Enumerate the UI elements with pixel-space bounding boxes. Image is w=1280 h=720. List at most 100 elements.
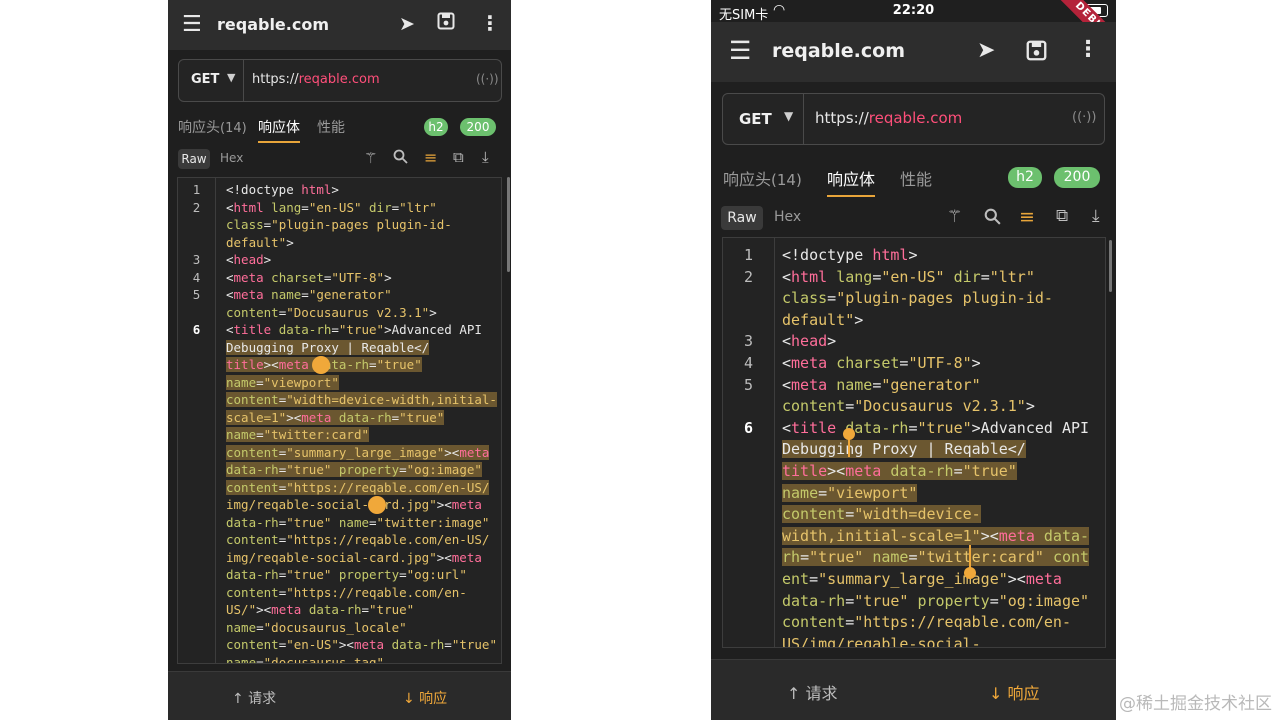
- code-token: meta: [278, 357, 317, 372]
- raw-button[interactable]: Raw: [178, 149, 210, 169]
- wrap-text-icon[interactable]: ≡: [424, 148, 437, 167]
- raw-button[interactable]: Raw: [721, 206, 763, 230]
- code-token: head: [791, 332, 828, 351]
- code-line: ent="summary_large_image"><meta: [782, 570, 1062, 588]
- body-view-toolbar: Raw Hex ⚚ ≡ ⧉ ⤓: [721, 205, 1106, 231]
- hex-button[interactable]: Hex: [220, 151, 243, 165]
- code-token: <: [226, 287, 234, 302]
- signal-icon[interactable]: ((·)): [476, 72, 499, 86]
- selection-end-handle[interactable]: [368, 496, 386, 514]
- code-line: Debugging Proxy | Reqable</: [226, 339, 430, 355]
- download-icon[interactable]: ⤓: [482, 148, 489, 166]
- app-bar: ☰ reqable.com ➤ ⋮: [711, 22, 1116, 82]
- selection-start-handle[interactable]: [312, 356, 330, 374]
- save-icon[interactable]: [1026, 40, 1047, 65]
- nav-request[interactable]: ↑ 请求: [787, 680, 838, 704]
- copy-icon[interactable]: ⧉: [453, 148, 464, 166]
- code-token: property: [338, 567, 400, 582]
- code-token: =: [818, 483, 828, 502]
- code-line: content="summary_large_image"><meta: [226, 444, 490, 460]
- search-icon[interactable]: [393, 149, 408, 168]
- tab-performance[interactable]: 性能: [317, 117, 345, 137]
- code-line: Debugging Proxy | Reqable</: [782, 440, 1026, 459]
- wrap-text-icon[interactable]: ≡: [1019, 206, 1035, 228]
- line-number: 5: [192, 287, 201, 302]
- code-token: >: [286, 234, 294, 250]
- code-token: =: [369, 514, 377, 530]
- hex-button[interactable]: Hex: [774, 209, 801, 225]
- code-token: data-rh: [308, 602, 362, 617]
- code-token: "og:url": [406, 567, 467, 582]
- nav-response[interactable]: ↓ 响应: [989, 680, 1040, 704]
- tab-response-body[interactable]: 响应体: [258, 117, 300, 143]
- menu-icon[interactable]: ☰: [182, 12, 202, 37]
- code-line: title><meta data-rh="true": [782, 462, 1017, 480]
- search-icon[interactable]: [984, 208, 1001, 229]
- url-input[interactable]: https://reqable.com: [252, 72, 380, 87]
- selection-end-handle[interactable]: [964, 567, 976, 579]
- editor-scrollbar[interactable]: [507, 177, 510, 272]
- method-dropdown[interactable]: GET ▼: [179, 60, 244, 101]
- method-dropdown[interactable]: GET ▼: [723, 94, 804, 144]
- code-line: rh="true" name="twitter:card" cont: [782, 548, 1090, 567]
- code-token: "https://reqable.com/en-: [854, 613, 1071, 632]
- code-token: <: [782, 332, 792, 351]
- url-input[interactable]: https://reqable.com: [815, 109, 962, 127]
- more-vert-icon[interactable]: ⋮: [1077, 37, 1099, 62]
- code-token: "generator": [881, 375, 981, 394]
- download-icon[interactable]: ⤓: [1092, 206, 1100, 226]
- code-token: "twitter:card": [917, 548, 1053, 567]
- copy-icon[interactable]: ⧉: [1056, 206, 1068, 226]
- status-bar: 无SIM卡 ◠ 22:20 DEBUG: [711, 0, 1116, 62]
- magic-wand-icon[interactable]: ⚚: [947, 207, 962, 227]
- code-token: ><: [436, 497, 452, 512]
- line-number: 2: [192, 199, 201, 215]
- code-token: <: [226, 199, 234, 215]
- code-token: >: [429, 304, 437, 320]
- nav-request[interactable]: ↑ 请求: [232, 688, 276, 708]
- code-token: "UTF-8": [908, 354, 972, 372]
- more-vert-icon[interactable]: ⋮: [480, 11, 500, 35]
- code-line: content="width=device-: [782, 505, 981, 524]
- code-token: "true": [854, 591, 918, 610]
- code-token: =: [256, 427, 264, 442]
- code-line: default">: [782, 311, 863, 329]
- code-token: class: [226, 217, 264, 232]
- url-scheme: https://: [252, 72, 299, 87]
- code-line: <!doctype html>: [226, 182, 339, 197]
- editor-scrollbar[interactable]: [1109, 240, 1112, 292]
- code-token: =: [989, 591, 999, 610]
- magic-wand-icon[interactable]: ⚚: [364, 149, 377, 167]
- code-token: "docusaurus_locale": [263, 619, 407, 635]
- tab-response-body[interactable]: 响应体: [827, 166, 876, 197]
- url-scheme: https://: [815, 109, 869, 127]
- code-token: "en-US": [286, 637, 339, 652]
- code-editor[interactable]: 123456 <!doctype html> <html lang="en-US"…: [722, 237, 1106, 648]
- code-token: "summary_large_image": [818, 570, 1008, 588]
- send-icon[interactable]: ➤: [977, 38, 995, 63]
- code-line: <html lang="en-US" dir="ltr": [782, 268, 1035, 286]
- code-token: "viewport": [263, 374, 339, 390]
- code-token: content: [226, 444, 279, 460]
- code-token: =: [872, 375, 882, 394]
- menu-icon[interactable]: ☰: [729, 36, 751, 65]
- code-line: class="plugin-pages plugin-id-: [226, 217, 452, 232]
- signal-icon[interactable]: ((·)): [1072, 110, 1096, 125]
- save-icon[interactable]: [437, 12, 455, 34]
- nav-response[interactable]: ↓ 响应: [403, 688, 447, 708]
- code-token: "en-US": [881, 267, 954, 286]
- line-number: 6: [192, 322, 201, 337]
- send-icon[interactable]: ➤: [399, 13, 415, 35]
- tab-performance[interactable]: 性能: [900, 166, 932, 190]
- tab-response-headers[interactable]: 响应头(14): [178, 117, 247, 137]
- code-token: "ltr": [989, 267, 1035, 286]
- code-token: meta: [1025, 570, 1062, 588]
- line-number: 3: [192, 252, 201, 267]
- code-token: scale=1": [226, 409, 287, 425]
- code-line: data-rh="true" property="og:image": [782, 592, 1089, 610]
- code-editor[interactable]: 123456 <!doctype html> <html lang="en-US"…: [177, 177, 502, 664]
- tab-response-headers[interactable]: 响应头(14): [723, 166, 802, 190]
- code-token: =: [872, 267, 882, 286]
- code-line: content="https://reqable.com/en-: [226, 585, 467, 600]
- code-token: meta: [301, 409, 339, 425]
